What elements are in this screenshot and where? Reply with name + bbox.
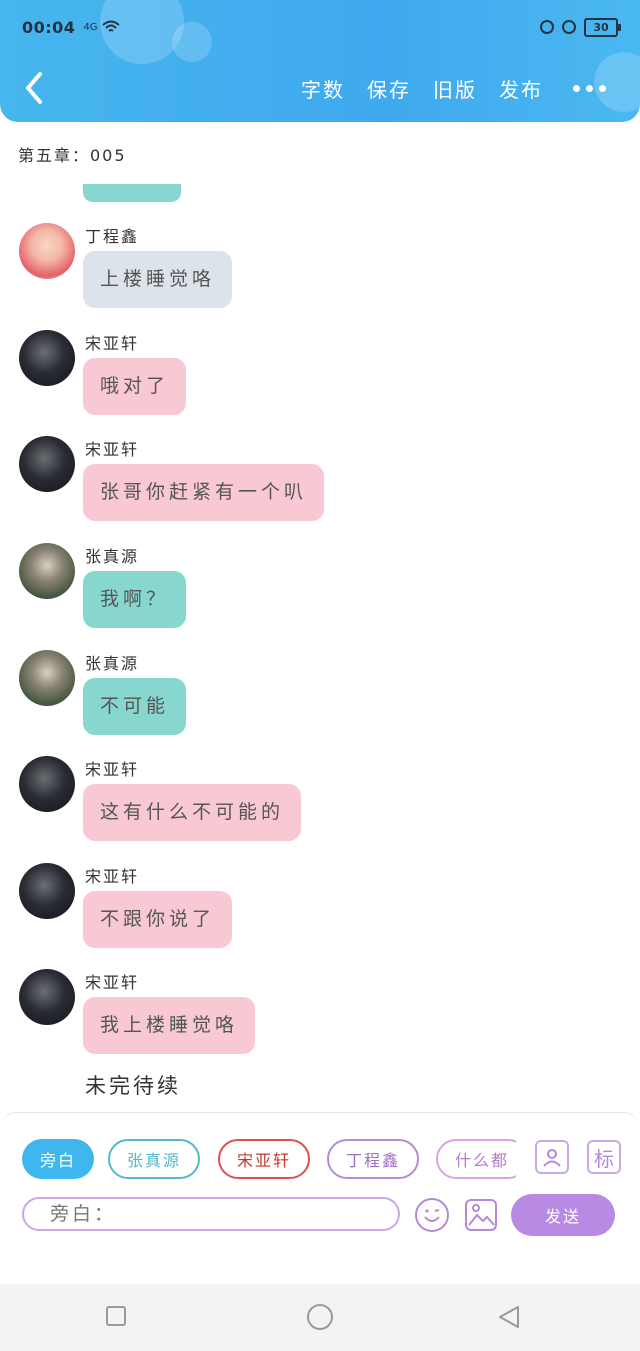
status-right: 30 xyxy=(540,17,621,37)
publish-button[interactable]: 发布 xyxy=(499,74,543,103)
send-button[interactable]: 发送 xyxy=(511,1194,615,1236)
home-icon[interactable] xyxy=(307,1304,333,1330)
back-button[interactable] xyxy=(20,68,50,108)
avatar[interactable] xyxy=(19,969,75,1025)
sender-name: 宋亚轩 xyxy=(85,334,140,353)
role-chip-zhang[interactable]: 张真源 xyxy=(108,1139,200,1179)
message-bubble[interactable]: 张哥你赶紧有一个叭 xyxy=(83,464,325,521)
avatar[interactable] xyxy=(19,543,75,599)
avatar[interactable] xyxy=(19,756,75,812)
sender-name: 宋亚轩 xyxy=(85,973,140,992)
avatar[interactable] xyxy=(19,436,75,492)
image-icon[interactable] xyxy=(463,1197,499,1233)
role-chip-anything[interactable]: 什么都 xyxy=(436,1139,516,1179)
sender-name: 宋亚轩 xyxy=(85,760,140,779)
person-icon xyxy=(543,1149,561,1167)
message-input[interactable]: 旁白： xyxy=(22,1197,400,1231)
message-bubble-partial xyxy=(83,184,181,202)
save-button[interactable]: 保存 xyxy=(367,74,411,103)
message-bubble[interactable]: 上楼睡觉咯 xyxy=(83,251,233,308)
sender-name: 丁程鑫 xyxy=(85,227,140,246)
system-nav-bar xyxy=(0,1284,640,1351)
contact-icon[interactable] xyxy=(535,1140,569,1174)
avatar[interactable] xyxy=(19,650,75,706)
network-type: 4G xyxy=(83,21,98,33)
message-bubble[interactable]: 不跟你说了 xyxy=(83,891,233,948)
back-triangle-icon[interactable] xyxy=(496,1304,522,1330)
message-bubble[interactable]: 不可能 xyxy=(83,678,187,735)
recents-icon[interactable] xyxy=(106,1306,126,1326)
word-count-button[interactable]: 字数 xyxy=(301,74,345,103)
picture-icon xyxy=(465,1199,497,1231)
sender-name: 宋亚轩 xyxy=(85,440,140,459)
emoji-icon[interactable] xyxy=(414,1197,450,1233)
status-bar: 00:04 4G 30 xyxy=(22,14,621,40)
alarm-icon xyxy=(562,20,576,34)
sender-name: 张真源 xyxy=(85,654,140,673)
role-chip-narration[interactable]: 旁白 xyxy=(22,1139,94,1179)
more-icon[interactable] xyxy=(573,85,606,92)
smiley-icon xyxy=(415,1198,449,1232)
role-chip-song[interactable]: 宋亚轩 xyxy=(218,1139,310,1179)
header-menu: 字数 保存 旧版 发布 xyxy=(301,74,606,103)
wifi-icon xyxy=(101,20,120,32)
status-time: 00:04 xyxy=(22,17,76,37)
sender-name: 宋亚轩 xyxy=(85,867,140,886)
to-be-continued-text: 未完待续 xyxy=(85,1074,181,1098)
sender-name: 张真源 xyxy=(85,547,140,566)
chevron-left-icon xyxy=(26,72,42,104)
avatar[interactable] xyxy=(19,330,75,386)
message-bubble[interactable]: 我啊？ xyxy=(83,571,187,628)
old-version-button[interactable]: 旧版 xyxy=(433,74,477,103)
message-bubble[interactable]: 我上楼睡觉咯 xyxy=(83,997,256,1054)
battery-indicator: 30 xyxy=(584,17,621,37)
message-bubble[interactable]: 这有什么不可能的 xyxy=(83,784,302,841)
avatar[interactable] xyxy=(19,863,75,919)
message-bubble[interactable]: 哦对了 xyxy=(83,358,187,415)
tag-button[interactable]: 标 xyxy=(587,1140,621,1174)
role-chip-list: 旁白 张真源 宋亚轩 丁程鑫 什么都 xyxy=(22,1139,516,1183)
role-chip-ding[interactable]: 丁程鑫 xyxy=(327,1139,419,1179)
top-header: 00:04 4G 30 字数 保存 旧版 发布 xyxy=(0,0,640,122)
chapter-title: 第五章：005 xyxy=(18,146,127,165)
avatar[interactable] xyxy=(19,223,75,279)
do-not-disturb-icon xyxy=(540,20,554,34)
tag-label: 标 xyxy=(594,1146,614,1171)
